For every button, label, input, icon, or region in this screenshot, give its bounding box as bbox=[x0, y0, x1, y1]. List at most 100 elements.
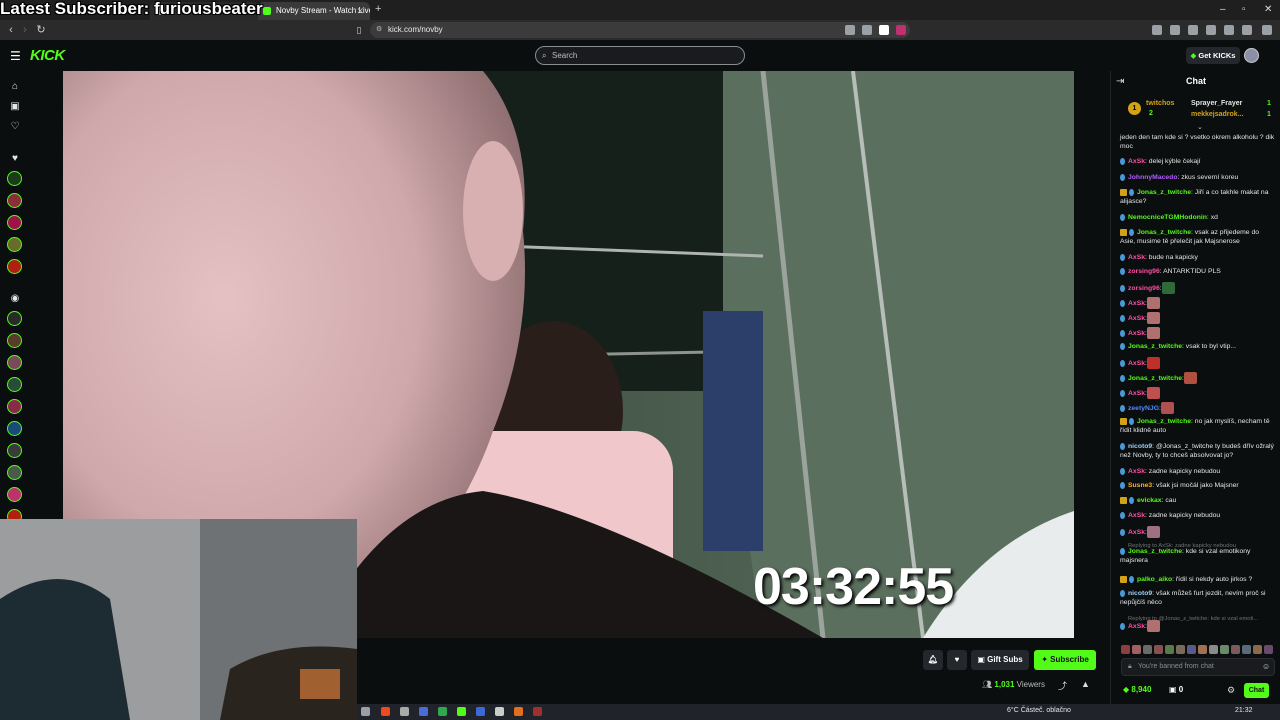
close-tab-icon[interactable]: ✕ bbox=[356, 2, 364, 20]
notification-bell-button[interactable]: 🔔︎ bbox=[923, 650, 943, 670]
chat-username[interactable]: zorsing96 bbox=[1128, 285, 1160, 292]
chat-username[interactable]: AxSk bbox=[1128, 468, 1145, 475]
send-chat-button[interactable]: Chat bbox=[1244, 683, 1269, 698]
chat-username[interactable]: AxSk bbox=[1128, 390, 1145, 397]
report-icon[interactable]: ▲ bbox=[1081, 679, 1090, 689]
follow-heart-button[interactable]: ♥ bbox=[947, 650, 967, 670]
channel-avatar[interactable] bbox=[7, 215, 22, 230]
search-input[interactable]: ⌕ Search bbox=[535, 46, 745, 65]
close-window-button[interactable]: ✕ bbox=[1264, 4, 1272, 15]
emote-picker-icon[interactable]: ☺ bbox=[1262, 659, 1270, 675]
user-avatar[interactable] bbox=[1244, 48, 1259, 63]
emote-icon[interactable] bbox=[1187, 645, 1196, 655]
chat-username[interactable]: Jonas_z_twitche bbox=[1137, 189, 1191, 196]
chat-username[interactable]: NemocniceTGMHodonin bbox=[1128, 214, 1207, 221]
channel-avatar[interactable] bbox=[7, 193, 22, 208]
new-tab-button[interactable]: + bbox=[375, 3, 381, 15]
start-icon[interactable] bbox=[361, 707, 370, 716]
brave-shield-icon[interactable] bbox=[879, 25, 889, 35]
bookmark-icon[interactable]: ▯ bbox=[352, 23, 366, 37]
hamburger-menu-icon[interactable]: ☰ bbox=[10, 49, 21, 63]
maximize-button[interactable]: ▫ bbox=[1242, 4, 1246, 15]
chat-username[interactable]: Jonas_z_twitche bbox=[1137, 418, 1191, 425]
back-button[interactable]: ‹ bbox=[4, 23, 18, 37]
reload-button[interactable]: ↻ bbox=[34, 23, 48, 37]
app-taskbar-icon[interactable] bbox=[495, 707, 504, 716]
emote-icon[interactable] bbox=[1154, 645, 1163, 655]
translate-icon[interactable] bbox=[845, 25, 855, 35]
chat-username[interactable]: evickax bbox=[1137, 497, 1162, 504]
weather-widget[interactable]: 6°C Částeč. oblačno bbox=[1007, 707, 1071, 714]
chat-username[interactable]: AxSk bbox=[1128, 300, 1145, 307]
leaderboard-name[interactable]: Sprayer_Frayer bbox=[1191, 100, 1242, 107]
channel-avatar[interactable] bbox=[7, 399, 22, 414]
emote-icon[interactable] bbox=[1176, 645, 1185, 655]
emote-icon[interactable] bbox=[1231, 645, 1240, 655]
channel-avatar[interactable] bbox=[7, 421, 22, 436]
emote-icon[interactable] bbox=[1209, 645, 1218, 655]
emote-icon[interactable] bbox=[1121, 645, 1130, 655]
subscribe-button[interactable]: ✦ Subscribe bbox=[1034, 650, 1096, 670]
channel-avatar[interactable] bbox=[7, 311, 22, 326]
extension-icon[interactable] bbox=[1152, 25, 1162, 35]
chat-username[interactable]: zeetyNJG bbox=[1128, 405, 1159, 412]
app-taskbar-icon[interactable] bbox=[438, 707, 447, 716]
chat-username[interactable]: AxSk bbox=[1128, 254, 1145, 261]
emote-icon[interactable] bbox=[1253, 645, 1262, 655]
app-taskbar-icon[interactable] bbox=[533, 707, 542, 716]
chat-input[interactable]: 🔒︎ You're banned from chat ☺ bbox=[1121, 658, 1275, 676]
rewards-icon[interactable] bbox=[896, 25, 906, 35]
channel-avatar[interactable] bbox=[7, 465, 22, 480]
taskbar-clock[interactable]: 21:32 bbox=[1235, 707, 1253, 714]
share-icon[interactable] bbox=[862, 25, 872, 35]
chat-username[interactable]: AxSk bbox=[1128, 315, 1145, 322]
chat-username[interactable]: AxSk bbox=[1128, 512, 1145, 519]
emote-icon[interactable] bbox=[1242, 645, 1251, 655]
share-icon[interactable]: ⤴ bbox=[1058, 679, 1067, 692]
app-taskbar-icon[interactable] bbox=[419, 707, 428, 716]
gift-subs-button[interactable]: ▣ Gift Subs bbox=[971, 650, 1029, 670]
emote-icon[interactable] bbox=[1143, 645, 1152, 655]
app-taskbar-icon[interactable] bbox=[514, 707, 523, 716]
channel-avatar[interactable] bbox=[7, 443, 22, 458]
chat-username[interactable]: AxSk bbox=[1128, 360, 1145, 367]
leaderboard-name[interactable]: twitchos bbox=[1146, 100, 1174, 107]
menu-icon[interactable] bbox=[1262, 25, 1272, 35]
channel-avatar[interactable] bbox=[7, 237, 22, 252]
browser-tab-active[interactable]: Novby Stream - Watch Live o ✕ bbox=[258, 2, 370, 20]
site-info-icon[interactable]: ⚙ bbox=[376, 22, 382, 38]
emote-icon[interactable] bbox=[1220, 645, 1229, 655]
channel-avatar[interactable] bbox=[7, 259, 22, 274]
emote-icon[interactable] bbox=[1198, 645, 1207, 655]
emote-icon[interactable] bbox=[1264, 645, 1273, 655]
sidebar-toggle-icon[interactable] bbox=[1170, 25, 1180, 35]
kick-logo[interactable]: KICK bbox=[30, 47, 65, 64]
chat-username[interactable]: AxSk bbox=[1128, 158, 1145, 165]
expand-icon[interactable]: ⌄ bbox=[1197, 123, 1203, 131]
chat-username[interactable]: AxSk bbox=[1128, 529, 1145, 536]
chat-username[interactable]: Jonas_z_twitche bbox=[1128, 343, 1182, 350]
chat-username[interactable]: Jonas_z_twitche bbox=[1128, 548, 1182, 555]
url-field[interactable]: ⚙ kick.com/novby bbox=[370, 22, 910, 38]
get-kicks-button[interactable]: ◆ Get KICKs bbox=[1186, 47, 1240, 64]
vpn-icon[interactable] bbox=[1242, 25, 1252, 35]
brave-taskbar-icon[interactable] bbox=[381, 707, 390, 716]
chat-username[interactable]: zorsing96 bbox=[1128, 268, 1160, 275]
chat-username[interactable]: AxSk bbox=[1128, 623, 1145, 630]
emote-icon[interactable] bbox=[1132, 645, 1141, 655]
channel-avatar[interactable] bbox=[7, 333, 22, 348]
minimize-button[interactable]: – bbox=[1220, 4, 1226, 15]
chat-username[interactable]: Susne3 bbox=[1128, 482, 1152, 489]
chat-username[interactable]: AxSk bbox=[1128, 330, 1145, 337]
forward-button[interactable]: › bbox=[18, 23, 32, 37]
wallet-icon[interactable] bbox=[1224, 25, 1234, 35]
channel-avatar[interactable] bbox=[7, 171, 22, 186]
chat-username[interactable]: palko_aiko bbox=[1137, 576, 1172, 583]
kicks-balance[interactable]: ▣ 0 bbox=[1169, 685, 1183, 694]
chat-username[interactable]: nicoto9 bbox=[1128, 590, 1152, 597]
channel-avatar[interactable] bbox=[7, 355, 22, 370]
channel-avatar[interactable] bbox=[7, 487, 22, 502]
app-taskbar-icon[interactable] bbox=[457, 707, 466, 716]
leaderboard-name[interactable]: mekkejsadrok... bbox=[1191, 111, 1244, 118]
chat-username[interactable]: Jonas_z_twitche bbox=[1137, 229, 1191, 236]
